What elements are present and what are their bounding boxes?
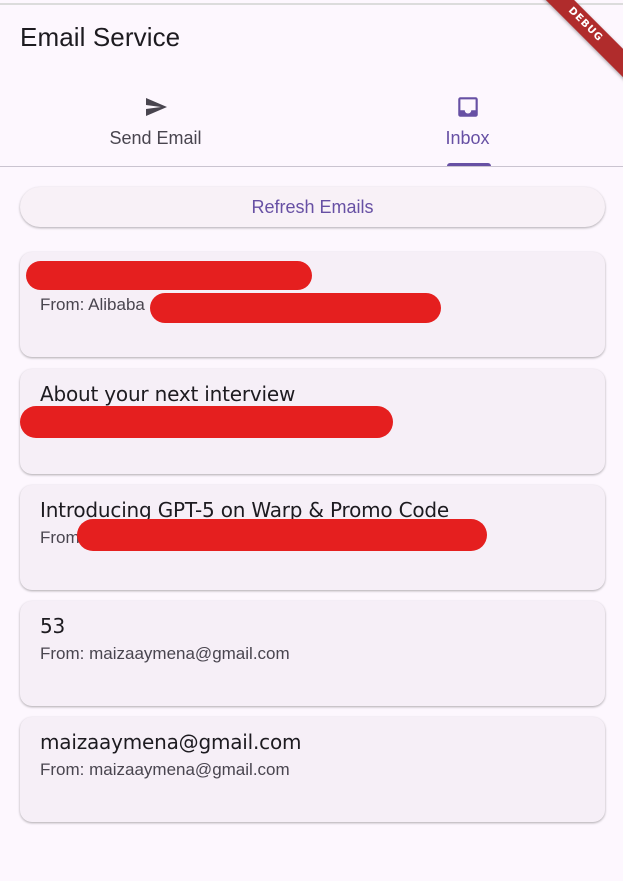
- email-subject: 53: [40, 614, 66, 638]
- refresh-emails-button[interactable]: Refresh Emails: [20, 187, 605, 227]
- email-card[interactable]: Introducing GPT-5 on Warp & Promo Code F…: [20, 485, 605, 590]
- redaction-mark: [20, 406, 393, 438]
- email-card[interactable]: maizaaymena@gmail.com From: maizaaymena@…: [20, 717, 605, 822]
- redaction-mark: [26, 261, 312, 290]
- app-bar-title: Email Service: [20, 22, 181, 52]
- send-icon: [142, 92, 170, 122]
- email-card[interactable]: 53 From: maizaaymena@gmail.com: [20, 601, 605, 706]
- redaction-mark: [150, 293, 441, 323]
- tab-send-email-label: Send Email: [109, 128, 202, 148]
- email-card[interactable]: From: Alibaba: [20, 252, 605, 357]
- email-subject: maizaaymena@gmail.com: [40, 730, 302, 754]
- email-subject: About your next interview: [40, 382, 296, 406]
- tab-bar: Send Email Inbox: [0, 86, 623, 166]
- email-from: From: maizaaymena@gmail.com: [40, 644, 290, 663]
- email-from: From: [40, 528, 80, 547]
- redaction-mark: [77, 519, 487, 551]
- tab-inbox[interactable]: Inbox: [312, 86, 623, 166]
- tab-bar-divider: [0, 166, 623, 167]
- tab-inbox-label: Inbox: [445, 128, 490, 148]
- top-divider: [0, 3, 623, 5]
- email-from: From: maizaaymena@gmail.com: [40, 760, 290, 779]
- inbox-icon: [455, 92, 481, 122]
- tab-send-email[interactable]: Send Email: [0, 86, 311, 166]
- email-card[interactable]: About your next interview: [20, 369, 605, 474]
- debug-banner: DEBUG: [525, 0, 623, 85]
- email-from: From: Alibaba: [40, 295, 145, 314]
